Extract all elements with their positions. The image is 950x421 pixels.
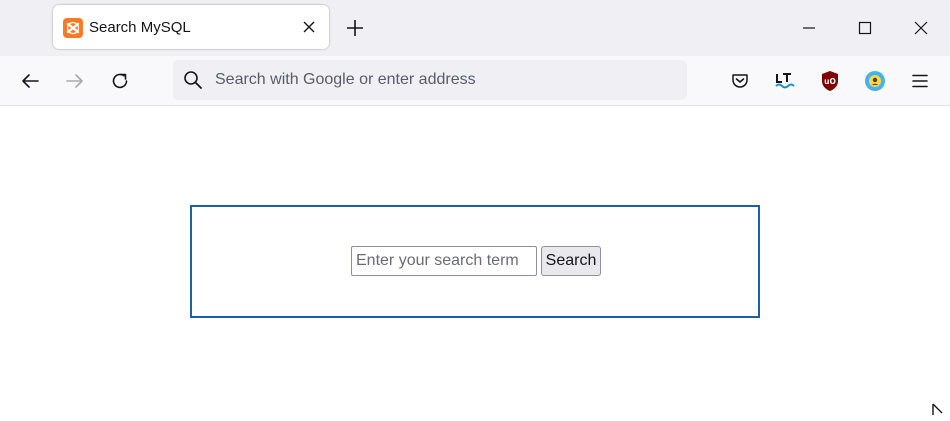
reload-icon[interactable] (105, 66, 135, 96)
address-bar-placeholder: Search with Google or enter address (215, 71, 476, 88)
minimize-window-icon[interactable] (795, 14, 823, 42)
tab-title: Search MySQL (89, 19, 191, 36)
page-content: Search (0, 107, 950, 416)
ublock-origin-icon[interactable]: uO (815, 66, 845, 96)
svg-text:uO: uO (824, 77, 836, 86)
search-form-container: Search (190, 205, 760, 318)
extension-icon[interactable] (860, 66, 890, 96)
tab-strip: Search MySQL (0, 0, 950, 56)
search-icon (183, 70, 203, 90)
maximize-window-icon[interactable] (851, 14, 879, 42)
close-window-icon[interactable] (907, 14, 935, 42)
navigation-toolbar: Search with Google or enter address uO (0, 56, 950, 106)
new-tab-plus-icon[interactable] (342, 15, 368, 41)
back-arrow-icon[interactable] (15, 66, 45, 96)
languagetool-icon[interactable] (770, 66, 800, 96)
search-button[interactable]: Search (541, 246, 601, 276)
forward-arrow-icon[interactable] (60, 66, 90, 96)
search-input[interactable] (351, 246, 537, 276)
pocket-icon[interactable] (725, 66, 755, 96)
xampp-favicon-icon (63, 18, 83, 38)
address-bar[interactable]: Search with Google or enter address (173, 60, 687, 100)
hamburger-menu-icon[interactable] (905, 66, 935, 96)
close-tab-icon[interactable] (299, 17, 319, 37)
tab-search-mysql[interactable]: Search MySQL (53, 5, 329, 49)
mouse-cursor-icon (932, 403, 946, 416)
